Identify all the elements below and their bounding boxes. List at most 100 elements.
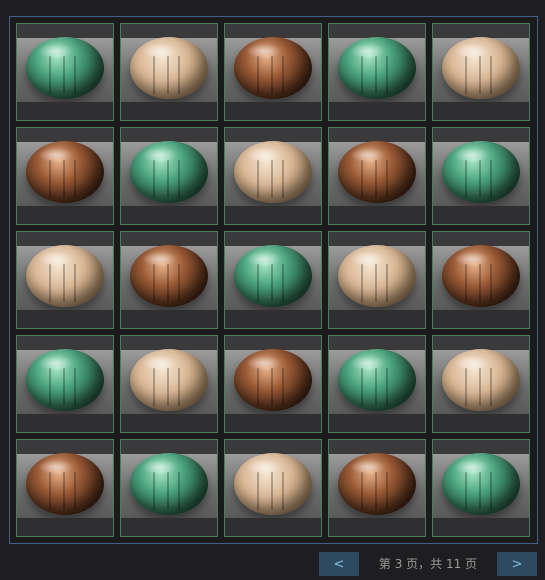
material-sphere-image — [442, 37, 520, 99]
thumbnail-top-band — [17, 24, 113, 38]
material-sphere-image — [234, 245, 312, 307]
material-thumbnail[interactable] — [120, 127, 218, 225]
material-thumbnail[interactable] — [120, 231, 218, 329]
thumbnail-preview — [329, 245, 425, 310]
material-thumbnail[interactable] — [328, 335, 426, 433]
material-thumbnail[interactable] — [224, 23, 322, 121]
thumbnail-top-band — [121, 128, 217, 142]
thumbnail-top-band — [329, 128, 425, 142]
material-thumbnail[interactable] — [16, 231, 114, 329]
thumbnail-bottom-band — [17, 102, 113, 120]
thumbnail-top-band — [329, 24, 425, 38]
thumbnail-bottom-band — [17, 518, 113, 536]
thumbnail-top-band — [17, 128, 113, 142]
thumbnail-bottom-band — [121, 102, 217, 120]
material-thumbnail[interactable] — [224, 439, 322, 537]
material-sphere-image — [26, 37, 104, 99]
material-sphere-image — [130, 453, 208, 515]
thumbnail-preview — [225, 141, 321, 206]
thumbnail-top-band — [121, 24, 217, 38]
material-thumbnail[interactable] — [120, 439, 218, 537]
material-thumbnail[interactable] — [328, 23, 426, 121]
material-sphere-image — [234, 141, 312, 203]
thumbnail-top-band — [121, 232, 217, 246]
thumbnail-top-band — [433, 232, 529, 246]
material-sphere-image — [130, 37, 208, 99]
thumbnail-bottom-band — [121, 518, 217, 536]
material-thumbnail[interactable] — [16, 335, 114, 433]
thumbnail-top-band — [225, 232, 321, 246]
thumbnail-preview — [433, 37, 529, 102]
material-sphere-image — [338, 245, 416, 307]
material-sphere-image — [338, 453, 416, 515]
thumbnail-preview — [329, 141, 425, 206]
thumbnail-preview — [121, 245, 217, 310]
thumbnail-top-band — [225, 336, 321, 350]
thumbnail-top-band — [225, 24, 321, 38]
thumbnail-preview — [121, 349, 217, 414]
material-thumbnail[interactable] — [120, 335, 218, 433]
thumbnail-bottom-band — [433, 414, 529, 432]
material-sphere-image — [26, 349, 104, 411]
material-thumbnail[interactable] — [328, 127, 426, 225]
page-status-text: 第 3 页，共 11 页 — [378, 557, 478, 571]
thumbnail-preview — [433, 141, 529, 206]
material-sphere-image — [442, 141, 520, 203]
thumbnail-bottom-band — [121, 414, 217, 432]
material-sphere-image — [26, 453, 104, 515]
material-thumbnail[interactable] — [224, 335, 322, 433]
thumbnail-top-band — [329, 440, 425, 454]
thumbnail-top-band — [225, 128, 321, 142]
thumbnail-bottom-band — [225, 206, 321, 224]
material-thumbnail[interactable] — [432, 127, 530, 225]
material-sphere-image — [234, 349, 312, 411]
thumbnail-preview — [121, 453, 217, 518]
thumbnail-top-band — [329, 336, 425, 350]
thumbnail-preview — [17, 349, 113, 414]
thumbnail-top-band — [17, 336, 113, 350]
thumbnail-preview — [225, 453, 321, 518]
thumbnail-bottom-band — [121, 310, 217, 328]
material-thumbnail[interactable] — [432, 439, 530, 537]
material-thumbnail[interactable] — [120, 23, 218, 121]
material-thumbnail[interactable] — [224, 127, 322, 225]
thumbnail-panel — [9, 16, 538, 544]
thumbnail-bottom-band — [225, 102, 321, 120]
thumbnail-preview — [433, 245, 529, 310]
material-thumbnail[interactable] — [432, 23, 530, 121]
thumbnail-bottom-band — [17, 206, 113, 224]
thumbnail-top-band — [17, 440, 113, 454]
next-page-button[interactable]: > — [497, 552, 537, 576]
material-sphere-image — [234, 453, 312, 515]
thumbnail-preview — [225, 245, 321, 310]
material-thumbnail[interactable] — [16, 127, 114, 225]
material-sphere-image — [338, 37, 416, 99]
material-sphere-image — [130, 349, 208, 411]
material-sphere-image — [234, 37, 312, 99]
material-sphere-image — [26, 245, 104, 307]
material-thumbnail[interactable] — [16, 23, 114, 121]
material-thumbnail[interactable] — [432, 335, 530, 433]
thumbnail-top-band — [329, 232, 425, 246]
thumbnail-preview — [17, 141, 113, 206]
material-thumbnail[interactable] — [328, 231, 426, 329]
material-sphere-image — [130, 141, 208, 203]
thumbnail-top-band — [225, 440, 321, 454]
thumbnail-preview — [121, 37, 217, 102]
thumbnail-top-band — [433, 440, 529, 454]
material-sphere-image — [442, 245, 520, 307]
material-thumbnail[interactable] — [432, 231, 530, 329]
material-thumbnail[interactable] — [328, 439, 426, 537]
previous-page-button[interactable]: < — [319, 552, 359, 576]
thumbnail-bottom-band — [17, 414, 113, 432]
thumbnail-top-band — [433, 336, 529, 350]
thumbnail-top-band — [17, 232, 113, 246]
material-sphere-image — [130, 245, 208, 307]
material-thumbnail[interactable] — [16, 439, 114, 537]
material-thumbnail[interactable] — [224, 231, 322, 329]
material-sphere-image — [442, 349, 520, 411]
thumbnail-top-band — [433, 24, 529, 38]
thumbnail-bottom-band — [329, 206, 425, 224]
thumbnail-top-band — [121, 440, 217, 454]
thumbnail-preview — [225, 37, 321, 102]
